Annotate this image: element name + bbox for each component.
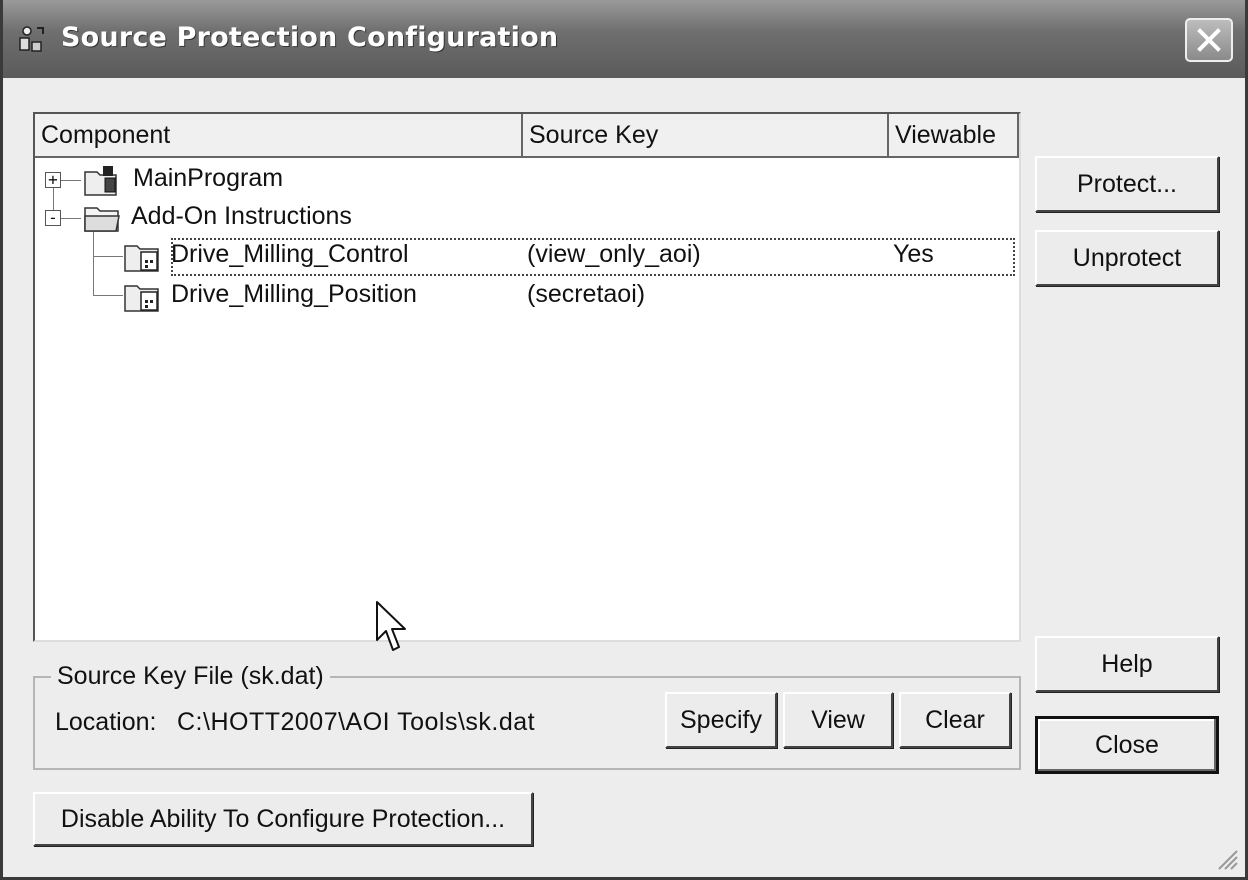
disable-ability-button[interactable]: Disable Ability To Configure Protection.… (33, 792, 533, 846)
tree-line (61, 218, 81, 219)
tree-item-drive-milling-control[interactable]: Drive_Milling_Control (171, 240, 409, 269)
component-list[interactable]: Component Source Key Viewable + MainProg… (33, 112, 1021, 642)
unprotect-button[interactable]: Unprotect (1035, 230, 1219, 286)
tree-item-add-on-instructions[interactable]: Add-On Instructions (131, 202, 352, 231)
resize-grip-icon[interactable] (1213, 845, 1239, 871)
close-window-button[interactable] (1185, 18, 1233, 62)
title-bar[interactable]: Source Protection Configuration (3, 0, 1245, 78)
tree-line (93, 256, 123, 257)
view-button[interactable]: View (783, 692, 893, 748)
mouse-cursor-icon (376, 601, 406, 651)
window-title: Source Protection Configuration (61, 22, 559, 53)
list-header: Component Source Key Viewable (35, 114, 1019, 158)
tree-line (61, 180, 81, 181)
column-header-viewable[interactable]: Viewable (889, 114, 1019, 156)
aoi-icon (124, 245, 159, 272)
help-button[interactable]: Help (1035, 636, 1219, 692)
source-key-cell: (secretaoi) (527, 280, 646, 308)
location-label: Location: (55, 708, 157, 736)
program-icon (84, 166, 117, 196)
protect-button[interactable]: Protect... (1035, 156, 1219, 212)
location-value: C:\HOTT2007\AOI Tools\sk.dat (177, 708, 536, 736)
column-header-source-key[interactable]: Source Key (523, 114, 889, 156)
tree-line (93, 295, 123, 296)
clear-button[interactable]: Clear (899, 692, 1011, 748)
tree-item-mainprogram[interactable]: MainProgram (133, 164, 283, 193)
tree-line (93, 232, 94, 296)
tree-item-drive-milling-position[interactable]: Drive_Milling_Position (171, 280, 417, 309)
close-icon (1197, 28, 1221, 52)
viewable-cell: Yes (893, 240, 934, 268)
collapse-add-on-instructions-button[interactable]: - (45, 210, 61, 226)
aoi-icon (124, 285, 159, 312)
source-protection-icon (19, 26, 44, 52)
group-legend: Source Key File (sk.dat) (51, 662, 330, 691)
source-protection-dialog: Source Protection Configuration Componen… (0, 0, 1248, 880)
column-header-component[interactable]: Component (35, 114, 523, 156)
folder-icon (84, 207, 120, 232)
expand-mainprogram-button[interactable]: + (45, 172, 61, 188)
source-key-cell: (view_only_aoi) (527, 240, 701, 268)
specify-button[interactable]: Specify (665, 692, 777, 748)
close-button[interactable]: Close (1035, 716, 1219, 774)
